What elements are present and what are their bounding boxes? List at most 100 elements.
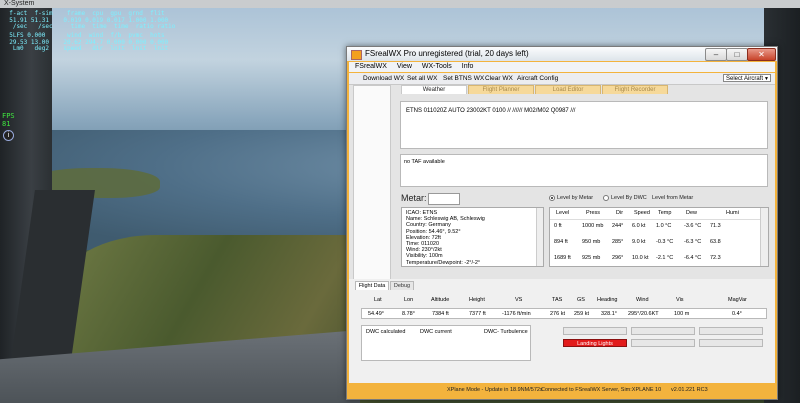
menu-fsrealwx[interactable]: FSrealWX (355, 63, 387, 70)
levels-col-temp: Temp (658, 210, 672, 216)
cell-dir: 285° (612, 239, 624, 245)
cell-temp: 1.0 °C (656, 223, 672, 229)
fd-col-tas: TAS (552, 297, 563, 303)
station-info-scrollbar[interactable] (536, 208, 543, 266)
cell-press: 950 mb (582, 239, 601, 245)
fd-col-altitude: Altitude (431, 297, 450, 303)
taf-text-box[interactable]: no TAF available (400, 154, 768, 187)
fd-magvar: 0.4° (732, 311, 742, 317)
fps-readout: FPS 81 (2, 112, 15, 128)
cell-humi: 63.8 (710, 239, 721, 245)
tab-flight-planner[interactable]: Flight Planner (468, 85, 534, 94)
level-by-metar-radio[interactable] (549, 195, 555, 201)
xsystem-titlebar: X-System (0, 0, 800, 8)
dwc-box: DWC calculated DWC current DWC- Turbulen… (361, 325, 531, 361)
cell-dir: 296° (612, 255, 624, 261)
set-all-wx-button[interactable]: Set all WX (407, 73, 437, 84)
chevron-down-icon: ▼ (764, 76, 769, 82)
cell-humi: 72.3 (710, 255, 721, 261)
cell-temp: -0.3 °C (656, 239, 674, 245)
clear-wx-button[interactable]: Clear WX (485, 73, 513, 84)
info-icon[interactable]: i (3, 130, 14, 141)
flight-data-panel: Flight Data Debug Lat Lon Altitude Heigh… (349, 279, 775, 383)
close-button[interactable]: ✕ (747, 48, 776, 61)
fsrealwx-window: FSrealWX Pro unregistered (trial, 20 day… (346, 46, 778, 400)
bottom-tabs: Flight Data Debug (349, 281, 775, 290)
status-indicator-2 (631, 327, 695, 335)
status-indicator-5 (631, 339, 695, 347)
fd-vis: 100 m (674, 311, 690, 317)
cell-dir: 244° (612, 223, 624, 229)
fd-col-vs: VS (515, 297, 523, 303)
cell-press: 1000 mb (582, 223, 604, 229)
aircraft-config-button[interactable]: Aircraft Config (517, 73, 558, 84)
select-aircraft-label: Select Aircraft (726, 76, 764, 82)
window-title: FSrealWX Pro unregistered (trial, 20 day… (365, 49, 529, 58)
levels-col-level: Level (556, 210, 570, 216)
fd-col-height: Height (469, 297, 485, 303)
fd-col-lat: Lat (374, 297, 382, 303)
level-by-dwc-label: Level By DWC (611, 195, 647, 201)
tab-debug[interactable]: Debug (390, 281, 414, 290)
fd-height: 7377 ft (469, 311, 486, 317)
cell-humi: 71.3 (710, 223, 721, 229)
app-icon (351, 50, 362, 60)
level-by-dwc-radio[interactable] (603, 195, 609, 201)
frame-rate-overlay: f-act f-sim frame cpu gpu grnd flit 51.9… (9, 10, 176, 30)
speed-overlay: 5LFS 0.000 wind wind f/b pvmc hots 29.53… (9, 32, 169, 52)
cell-level: 0 ft (554, 223, 562, 229)
select-aircraft-dropdown[interactable]: Select Aircraft ▼ (723, 74, 771, 82)
fd-col-vis: Vis (676, 297, 684, 303)
fd-wind: 295°/20.6KT (628, 311, 659, 317)
tab-weather[interactable]: Weather (401, 85, 467, 94)
cell-temp: -2.1 °C (656, 255, 674, 261)
levels-header: Level Press Dir Speed Temp Dew Humi (550, 210, 762, 220)
status-indicator-6 (699, 339, 763, 347)
flight-data-values: 54.49° 8.78° 7384 ft 7377 ft -1176 ft/mi… (361, 308, 767, 319)
status-connection: Connected to FSrealWX Server, Sim:XPLANE… (541, 387, 662, 393)
menu-wx-tools[interactable]: WX-Tools (422, 63, 452, 70)
fd-gs: 259 kt (574, 311, 589, 317)
fd-tas: 276 kt (550, 311, 565, 317)
cell-dew: -6.4 °C (684, 255, 702, 261)
cell-level: 1689 ft (554, 255, 571, 261)
cell-speed: 6.0 kt (632, 223, 646, 229)
window-titlebar[interactable]: FSrealWX Pro unregistered (trial, 20 day… (347, 47, 777, 61)
cell-dew: -6.3 °C (684, 239, 702, 245)
fd-col-gs: GS (577, 297, 585, 303)
metar-input[interactable] (428, 193, 460, 205)
flight-data-header: Lat Lon Altitude Height VS TAS GS Headin… (361, 297, 767, 305)
cell-speed: 10.0 kt (632, 255, 649, 261)
dwc-current-label: DWC current (420, 329, 452, 335)
fd-lon: 8.78° (402, 311, 415, 317)
menu-info[interactable]: Info (462, 63, 474, 70)
status-indicators: Landing Lights (563, 327, 767, 351)
levels-table: Level Press Dir Speed Temp Dew Humi 0 ft… (549, 207, 769, 267)
fd-col-wind: Wind (636, 297, 649, 303)
cell-level: 894 ft (554, 239, 568, 245)
tab-flight-data[interactable]: Flight Data (355, 281, 389, 290)
levels-col-dew: Dew (686, 210, 698, 216)
levels-col-humi: Humi (726, 210, 739, 216)
minimize-button[interactable]: – (705, 48, 727, 61)
toolbar: Download WX Set all WX Set BTNS WX Clear… (349, 73, 775, 85)
status-indicator-1 (563, 327, 627, 335)
download-wx-button[interactable]: Download WX (363, 73, 404, 84)
tab-flight-recorder[interactable]: Flight Recorder (602, 85, 668, 94)
fd-col-heading: Heading (597, 297, 618, 303)
menu-bar: FSrealWX View WX-Tools Info (349, 62, 775, 72)
status-version: v2.01.221 RC3 (671, 387, 708, 393)
cell-speed: 9.0 kt (632, 239, 646, 245)
station-info-box[interactable]: ICAO: ETNS Name: Schleswig AB, Schleswig… (401, 207, 544, 267)
level-from-metar-label: Level from Metar (652, 195, 694, 201)
cell-dew: -3.6 °C (684, 223, 702, 229)
set-btns-wx-button[interactable]: Set BTNS WX (443, 73, 484, 84)
metar-text-box[interactable]: ETNS 011020Z AUTO 23002KT 0100 // //////… (400, 101, 768, 149)
status-mode: XPlane Mode - Update in 18.9NM/572s (447, 387, 543, 393)
levels-scrollbar[interactable] (760, 208, 768, 266)
menu-view[interactable]: View (397, 63, 412, 70)
dwc-turbulence-label: DWC- Turbulence (484, 329, 528, 335)
maximize-button[interactable]: □ (726, 48, 748, 61)
landing-lights-indicator: Landing Lights (563, 339, 627, 347)
tab-load-editor[interactable]: Load Editor (535, 85, 601, 94)
